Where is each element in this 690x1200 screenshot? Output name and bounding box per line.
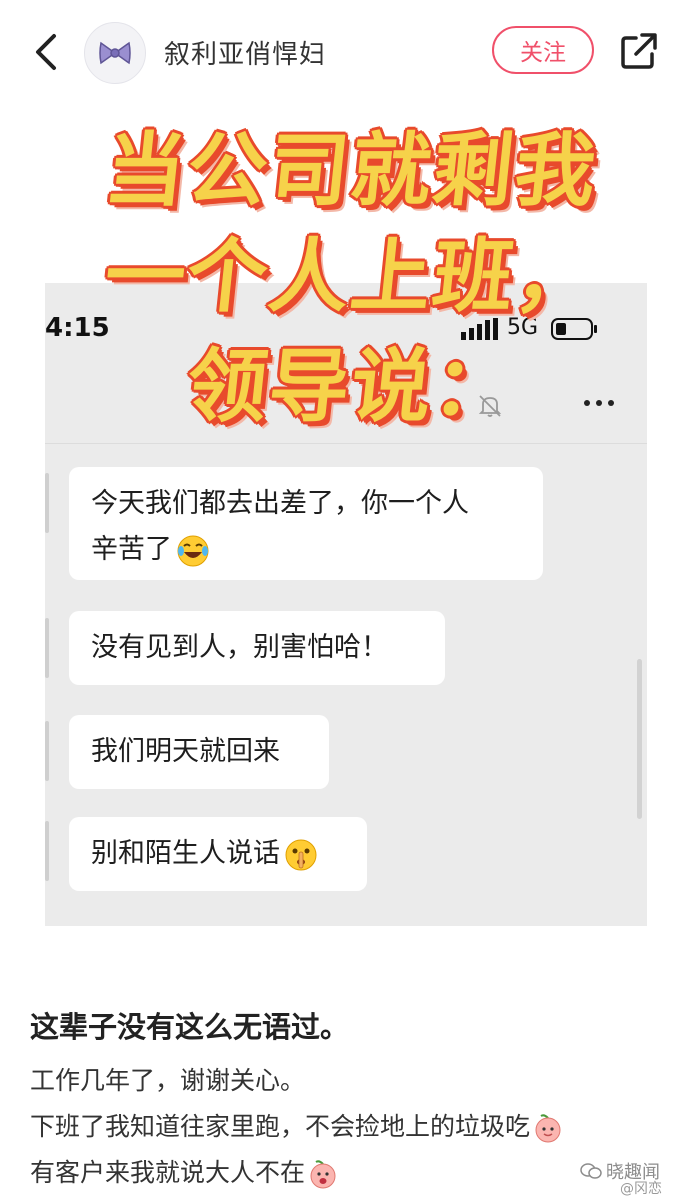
bow-icon — [99, 41, 131, 65]
message-text: 没有见到人，别害怕哈！ — [91, 632, 388, 663]
shushing-face-emoji-icon — [285, 839, 317, 870]
message-text: 今天我们都去出差了，你一个人 — [91, 488, 469, 519]
top-bar: 叙利亚俏悍妇 关注 — [0, 0, 690, 104]
avatar-edge — [45, 821, 49, 881]
watermark-handle: @冈恋 — [620, 1181, 662, 1197]
message-text: 我们明天就回来 — [91, 736, 280, 767]
message-text-row: 别和陌生人说话 — [91, 831, 345, 877]
share-icon — [621, 33, 657, 69]
overlay-title-line: 当公司就剩我 — [100, 124, 603, 217]
message-text: 辛苦了 — [91, 534, 172, 565]
post-line-row: 有客户来我就说大人不在 — [30, 1150, 564, 1196]
back-button[interactable] — [28, 28, 68, 76]
message-bubble[interactable]: 我们明天就回来 — [69, 715, 329, 789]
overlay-title-line: 一个人上班， — [100, 230, 603, 323]
scrollbar[interactable] — [637, 659, 642, 819]
wechat-icon — [580, 1163, 602, 1179]
post-title: 这辈子没有这么无语过。 — [30, 1010, 350, 1044]
chevron-left-icon — [36, 34, 56, 70]
peach-emoji-icon — [535, 1114, 561, 1143]
overlay-title-line: 领导说： — [182, 340, 521, 433]
avatar-edge — [45, 721, 49, 781]
post-line: 有客户来我就说大人不在 — [30, 1158, 306, 1187]
message-bubble[interactable]: 别和陌生人说话 — [69, 817, 367, 891]
avatar-edge — [45, 473, 49, 533]
post-line: 工作几年了，谢谢关心。 — [30, 1066, 306, 1095]
message-text: 别和陌生人说话 — [91, 838, 280, 869]
post-body: 工作几年了，谢谢关心。 下班了我知道往家里跑，不会捡地上的垃圾吃 有客户来我就说… — [30, 1058, 564, 1196]
post-line-row: 下班了我知道往家里跑，不会捡地上的垃圾吃 — [30, 1104, 564, 1150]
post-line: 下班了我知道往家里跑，不会捡地上的垃圾吃 — [30, 1112, 531, 1141]
divider — [45, 443, 647, 444]
username[interactable]: 叙利亚俏悍妇 — [164, 34, 326, 71]
message-bubble[interactable]: 今天我们都去出差了，你一个人 辛苦了 — [69, 467, 543, 580]
peach-emoji-icon — [310, 1160, 336, 1189]
tears-of-joy-emoji-icon — [177, 535, 209, 566]
avatar-edge — [45, 618, 49, 678]
message-text-continued: 辛苦了 — [91, 527, 521, 573]
message-bubble[interactable]: 没有见到人，别害怕哈！ — [69, 611, 445, 685]
share-button[interactable] — [618, 30, 660, 72]
follow-button[interactable]: 关注 — [492, 26, 594, 74]
more-options-icon[interactable] — [579, 391, 619, 415]
avatar[interactable] — [84, 22, 146, 84]
